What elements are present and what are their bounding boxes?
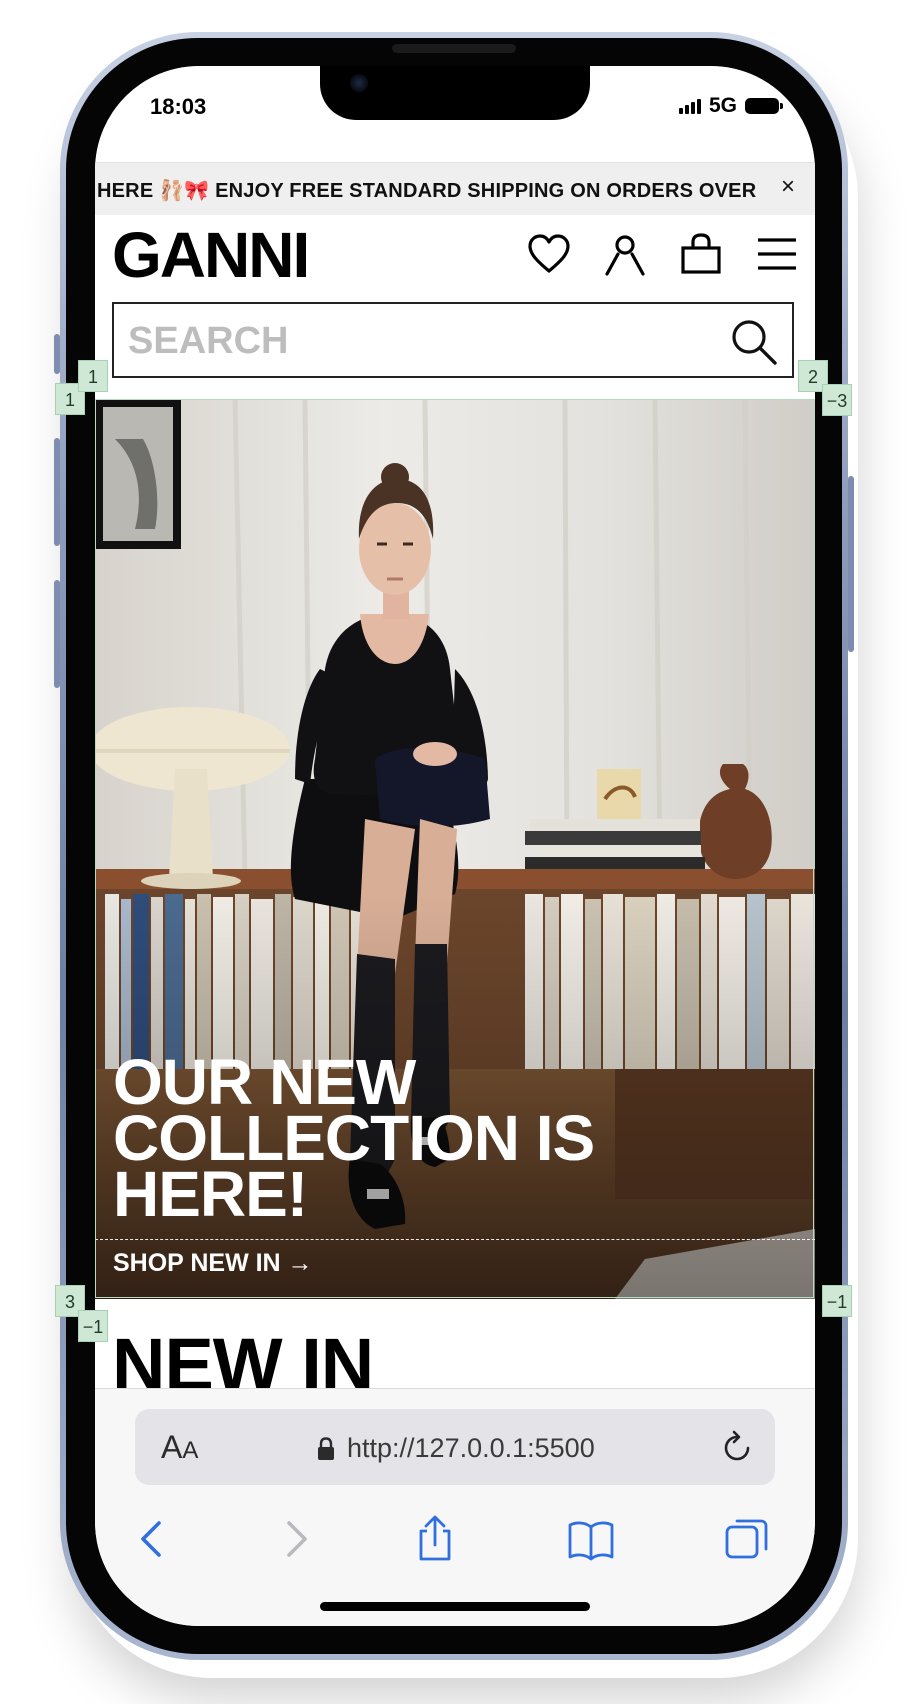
back-icon[interactable] (129, 1515, 177, 1563)
aa-small: A (182, 1437, 199, 1464)
user-icon[interactable] (603, 232, 647, 276)
speaker-grille (392, 44, 516, 53)
status-time: 18:03 (150, 94, 207, 119)
announcement-bar: HERE 🩰🎀 ENJOY FREE STANDARD SHIPPING ON … (95, 162, 815, 215)
front-camera (350, 74, 368, 92)
share-icon[interactable] (411, 1515, 459, 1563)
url-text: http://127.0.0.1:5500 (347, 1433, 595, 1463)
network-type: 5G (708, 94, 737, 117)
status-indicators: 5G (678, 94, 783, 118)
volume-down-button (54, 580, 60, 688)
page-settings-button[interactable]: AA (161, 1429, 198, 1466)
tabs-icon[interactable] (723, 1515, 771, 1563)
reload-icon[interactable] (719, 1429, 755, 1465)
power-button (848, 476, 854, 652)
search-bar (112, 302, 794, 378)
home-indicator[interactable] (320, 1602, 590, 1611)
bookmarks-icon[interactable] (567, 1515, 615, 1563)
search-input[interactable] (126, 314, 690, 368)
signal-icon (678, 98, 701, 114)
battery-icon (745, 98, 783, 114)
aa-large: A (161, 1429, 183, 1465)
guide-badge-top-right-outer: −3 (822, 384, 852, 416)
bag-icon[interactable] (679, 232, 723, 276)
volume-up-button (54, 438, 60, 546)
guide-badge-top-left-inner: 1 (78, 360, 108, 392)
safari-bottom-bar: AA http://127.0.0.1:5500 (95, 1388, 815, 1626)
search-icon[interactable] (730, 318, 778, 366)
mute-switch (54, 334, 60, 374)
heart-icon[interactable] (527, 232, 571, 276)
guide-badge-bottom-right: −1 (822, 1285, 852, 1317)
close-announcement-button[interactable]: × (781, 173, 795, 201)
phone-screen: 18:03 5G HERE 🩰🎀 ENJOY FREE STANDARD SHI… (95, 66, 815, 1626)
lock-icon (318, 1436, 334, 1460)
url-display: http://127.0.0.1:5500 (317, 1433, 595, 1464)
brand-logo[interactable]: GANNI (112, 218, 310, 292)
announcement-text: HERE 🩰🎀 ENJOY FREE STANDARD SHIPPING ON … (97, 180, 757, 202)
menu-icon[interactable] (755, 232, 799, 276)
address-bar[interactable]: AA http://127.0.0.1:5500 (135, 1409, 775, 1485)
element-inspector-outline (95, 399, 814, 1298)
forward-icon[interactable] (271, 1515, 319, 1563)
guide-badge-bottom-left-inner: −1 (78, 1310, 108, 1342)
